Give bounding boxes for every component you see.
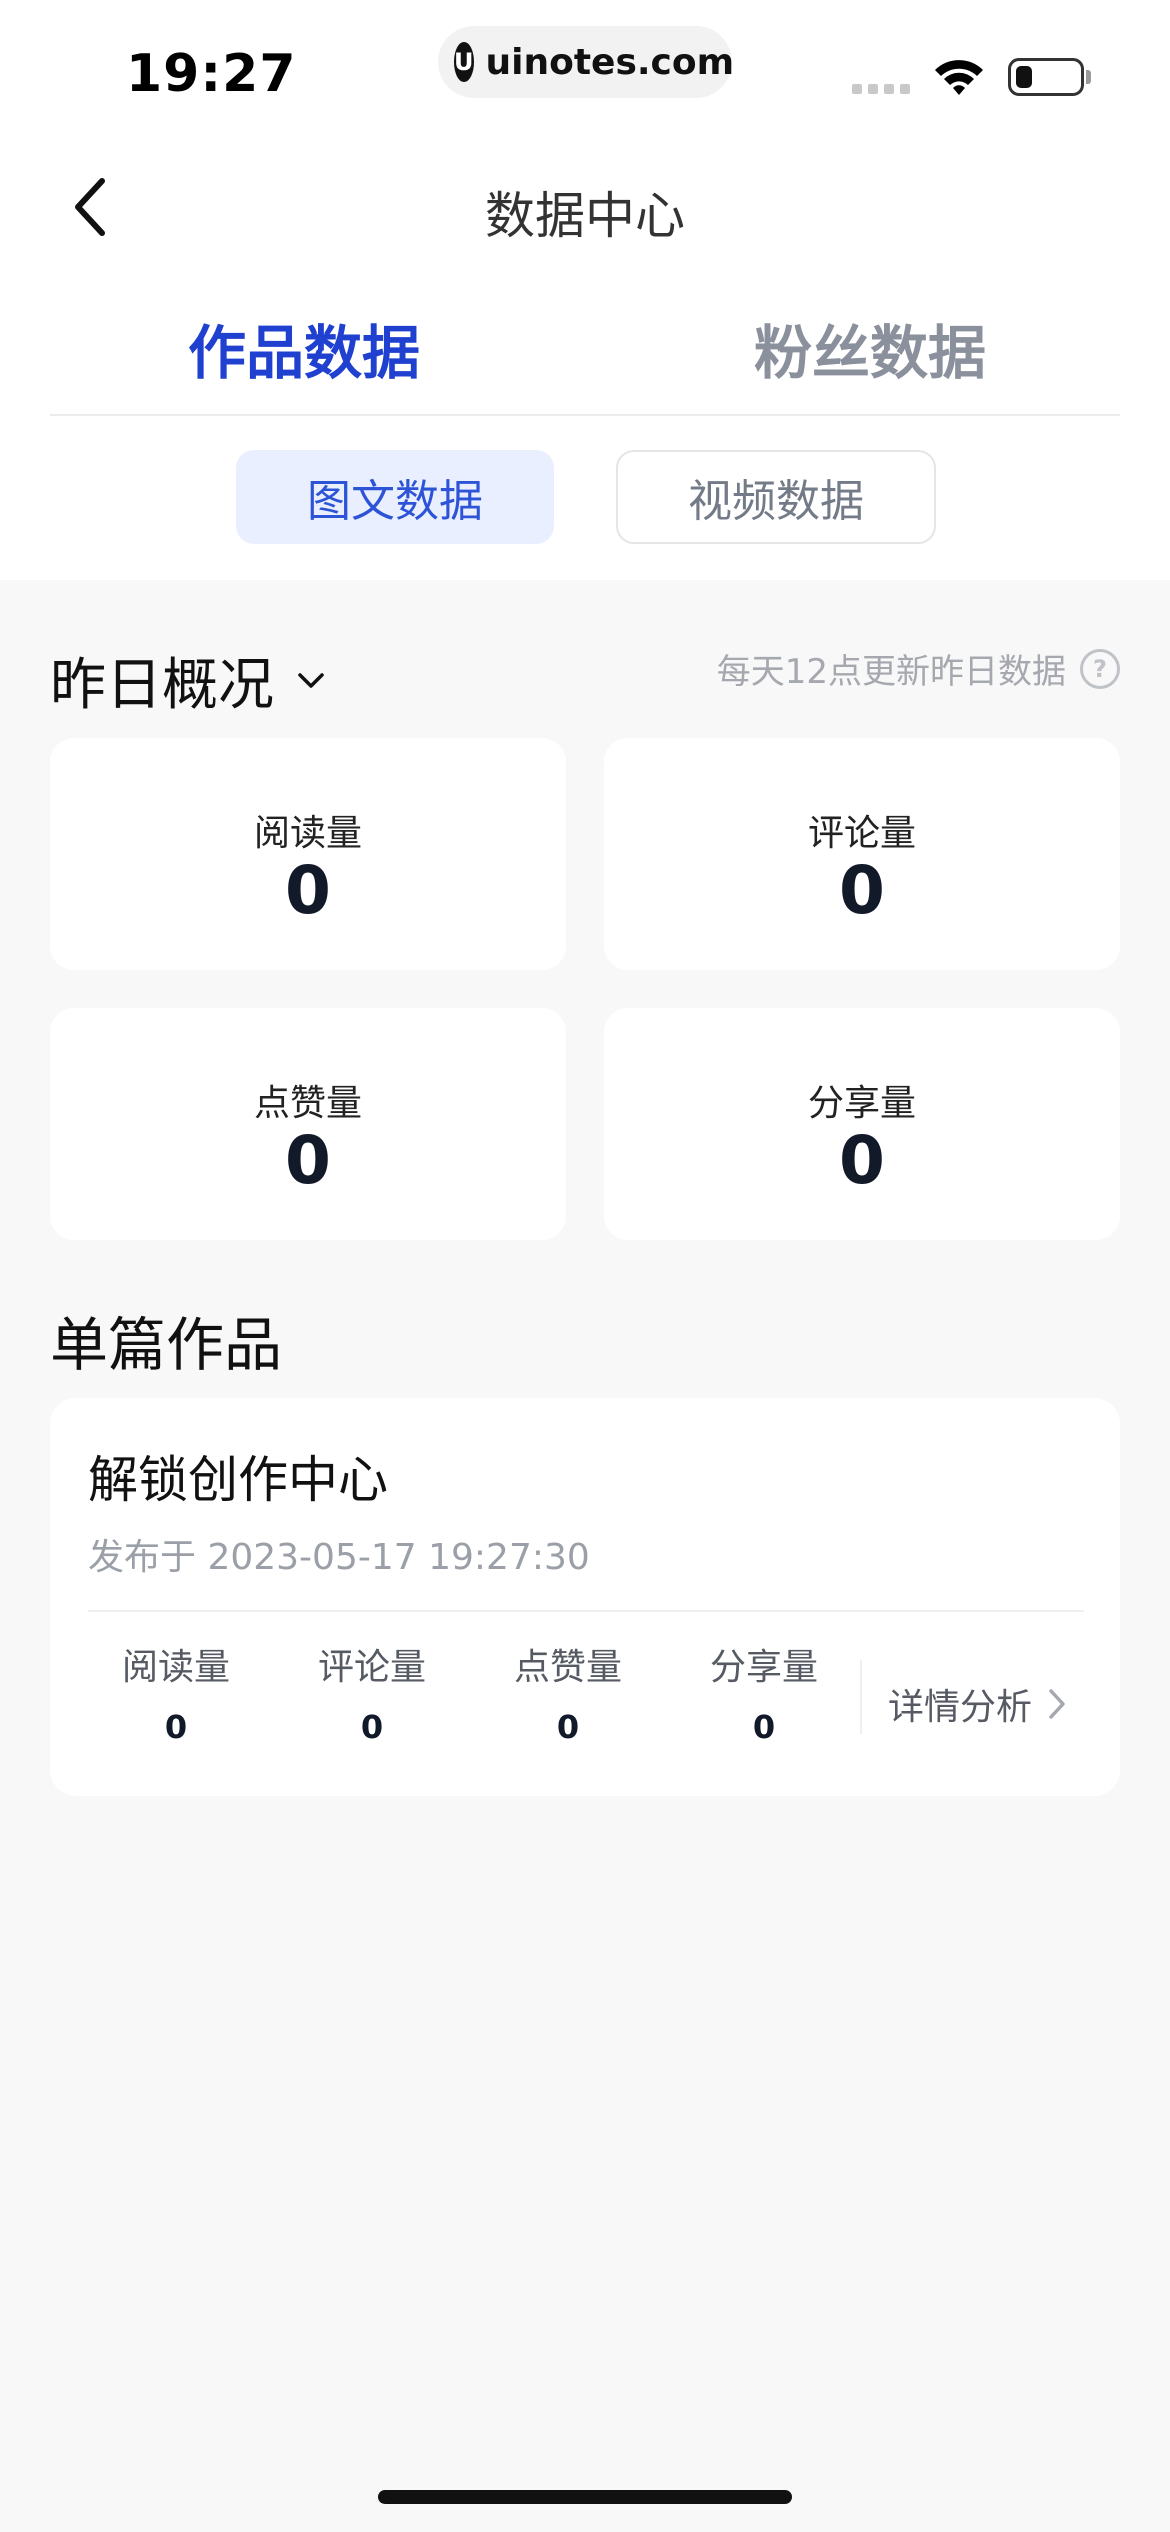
metric-value: 0 [752, 1708, 776, 1746]
stat-value: 0 [285, 1122, 331, 1199]
work-metric-comments: 评论量 0 [282, 1638, 462, 1746]
tab-works-data[interactable]: 作品数据 [188, 306, 420, 390]
metric-value: 0 [360, 1708, 384, 1746]
tabs-divider [50, 414, 1120, 416]
tab-fans-data[interactable]: 粉丝数据 [754, 306, 986, 390]
stat-value: 0 [839, 852, 885, 929]
overview-title: 昨日概况 [50, 653, 274, 718]
work-publish-date: 发布于 2023-05-17 19:27:30 [88, 1537, 590, 1578]
chevron-right-icon [1049, 1689, 1065, 1719]
work-metric-shares: 分享量 0 [674, 1638, 854, 1746]
stat-label: 分享量 [807, 1083, 916, 1124]
stat-card-likes: 点赞量 0 [50, 1008, 566, 1240]
work-title: 解锁创作中心 [88, 1451, 388, 1509]
work-card[interactable]: 解锁创作中心 发布于 2023-05-17 19:27:30 阅读量 0 评论量… [50, 1398, 1120, 1796]
chevron-down-icon [298, 672, 324, 688]
battery-icon [1008, 58, 1084, 96]
metric-label: 分享量 [709, 1647, 818, 1688]
stat-label: 阅读量 [253, 813, 362, 854]
works-section-title: 单篇作品 [50, 1311, 283, 1379]
help-circle-icon[interactable]: ? [1080, 648, 1120, 689]
stat-card-reads: 阅读量 0 [50, 738, 566, 970]
stat-label: 评论量 [807, 813, 916, 854]
work-metric-likes: 点赞量 0 [478, 1638, 658, 1746]
home-indicator[interactable] [378, 2490, 792, 2504]
status-time: 19:27 [126, 44, 297, 104]
stat-value: 0 [839, 1122, 885, 1199]
metric-label: 阅读量 [121, 1647, 230, 1688]
work-metric-reads: 阅读量 0 [86, 1638, 266, 1746]
stat-label: 点赞量 [253, 1083, 362, 1124]
update-note: 每天12点更新昨日数据 ? [717, 644, 1120, 693]
page-title: 数据中心 [485, 187, 685, 245]
metric-value: 0 [556, 1708, 580, 1746]
metric-value: 0 [164, 1708, 188, 1746]
url-text: uinotes.com [485, 41, 735, 83]
stat-card-comments: 评论量 0 [604, 738, 1120, 970]
site-logo-icon: U [454, 42, 474, 82]
stat-value: 0 [285, 852, 331, 929]
work-divider [88, 1610, 1084, 1612]
battery-tip [1086, 70, 1091, 84]
update-note-text: 每天12点更新昨日数据 [716, 652, 1066, 692]
url-pill[interactable]: U uinotes.com [438, 26, 735, 98]
metric-separator [860, 1660, 862, 1734]
stat-card-shares: 分享量 0 [604, 1008, 1120, 1240]
metric-label: 评论量 [317, 1647, 426, 1688]
subtab-video[interactable]: 视频数据 [616, 450, 936, 544]
signal-icon [852, 84, 910, 94]
subtab-image-text[interactable]: 图文数据 [236, 450, 554, 544]
wifi-icon [935, 60, 983, 95]
detail-analysis-link[interactable]: 详情分析 [888, 1678, 1068, 1730]
metric-label: 点赞量 [513, 1647, 622, 1688]
detail-analysis-label: 详情分析 [888, 1687, 1033, 1728]
overview-dropdown[interactable]: 昨日概况 [50, 640, 328, 721]
